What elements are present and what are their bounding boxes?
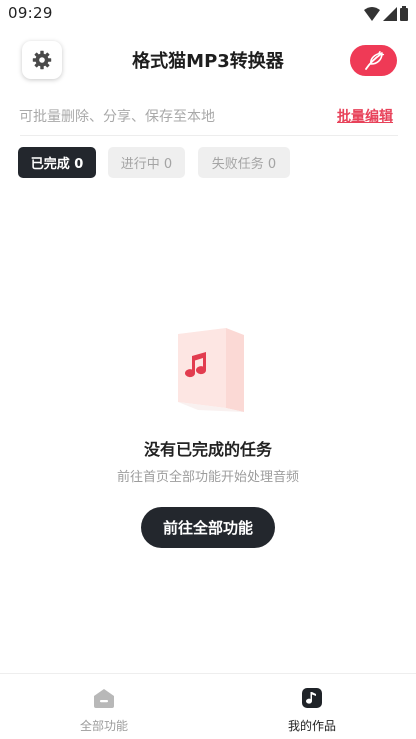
go-all-features-button[interactable]: 前往全部功能 (141, 507, 275, 548)
signal-icon (383, 7, 397, 21)
battery-icon (400, 6, 408, 21)
feather-button[interactable] (350, 45, 397, 76)
nav-label: 全部功能 (79, 719, 128, 733)
status-time: 09:29 (8, 4, 53, 22)
empty-state-title: 没有已完成的任务 (143, 440, 272, 459)
nav-label: 我的作品 (287, 719, 336, 733)
nav-item-all-features[interactable]: 全部功能 (44, 674, 164, 739)
music-note-icon (302, 688, 322, 708)
hint-text: 可批量删除、分享、保存至本地 (19, 109, 215, 125)
tab-failed[interactable]: 失败任务 0 (198, 147, 290, 178)
screen: 09:29 格式猫MP3转换器 可批量删除、分享、保存至本地 批量编辑 已完成 … (0, 0, 416, 739)
divider (20, 135, 398, 136)
feather-icon (364, 50, 384, 70)
home-icon (94, 689, 114, 708)
wifi-icon (364, 7, 380, 21)
tab-completed[interactable]: 已完成 0 (18, 147, 96, 178)
status-bar: 09:29 (0, 0, 416, 30)
nav-item-my-works[interactable]: 我的作品 (252, 674, 372, 739)
empty-state-subtitle: 前往首页全部功能开始处理音频 (116, 470, 299, 485)
bottom-nav: 全部功能 我的作品 (0, 673, 416, 739)
status-icons (364, 6, 408, 21)
music-file-icon (178, 328, 244, 412)
batch-edit-link[interactable]: 批量编辑 (337, 106, 393, 126)
empty-illustration (168, 326, 250, 418)
tab-in-progress[interactable]: 进行中 0 (108, 147, 185, 178)
